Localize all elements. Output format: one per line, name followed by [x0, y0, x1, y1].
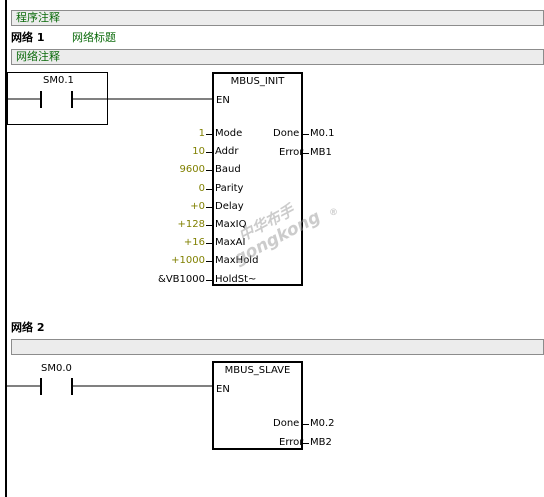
input-wire: [206, 189, 213, 190]
input-pin-addr: Addr: [215, 146, 239, 157]
output-done-value[interactable]: M0.1: [310, 128, 335, 140]
input-wire: [206, 134, 213, 135]
output-done-pin: Done: [273, 128, 300, 139]
input-pin-parity: Parity: [215, 183, 244, 194]
input-pin-mode: Mode: [215, 128, 243, 139]
input-wire: [206, 261, 213, 262]
watermark-registered: ®: [329, 208, 338, 218]
error-wire: [302, 153, 309, 154]
slave-done-wire: [302, 424, 309, 425]
mbus-init-title: MBUS_INIT: [230, 76, 285, 87]
input-wire: [206, 243, 213, 244]
input-value-maxai[interactable]: +16: [184, 237, 205, 249]
input-wire: [206, 225, 213, 226]
input-value-delay[interactable]: +0: [190, 201, 205, 213]
mbus-slave-en: EN: [216, 384, 230, 395]
input-wire: [206, 170, 213, 171]
slave-done-pin: Done: [273, 418, 300, 429]
output-error-pin: Error: [279, 147, 304, 158]
input-wire: [206, 152, 213, 153]
mbus-slave-title: MBUS_SLAVE: [224, 365, 291, 376]
input-value-addr[interactable]: 10: [192, 146, 205, 158]
input-pin-holdst: HoldSt~: [215, 274, 257, 285]
slave-error-pin: Error: [279, 437, 304, 448]
output-error-value[interactable]: MB1: [310, 147, 332, 159]
input-value-baud[interactable]: 9600: [180, 164, 205, 176]
input-wire: [206, 207, 213, 208]
input-value-maxiq[interactable]: +128: [178, 219, 205, 231]
slave-error-value[interactable]: MB2: [310, 437, 332, 449]
mbus-init-en: EN: [216, 95, 230, 106]
contact-sm0-0-label: SM0.0: [41, 363, 72, 374]
input-value-parity[interactable]: 0: [199, 183, 205, 195]
input-pin-delay: Delay: [215, 201, 244, 212]
slave-error-wire: [302, 443, 309, 444]
input-pin-baud: Baud: [215, 164, 241, 175]
slave-done-value[interactable]: M0.2: [310, 418, 335, 430]
input-value-holdst[interactable]: &VB1000: [158, 274, 205, 286]
done-wire: [302, 134, 309, 135]
input-value-maxhold[interactable]: +1000: [171, 255, 205, 267]
network-2-comment-bar[interactable]: [11, 339, 544, 355]
input-value-mode[interactable]: 1: [199, 128, 205, 140]
network-2-label: 网络 2: [11, 321, 45, 334]
input-wire: [206, 280, 213, 281]
